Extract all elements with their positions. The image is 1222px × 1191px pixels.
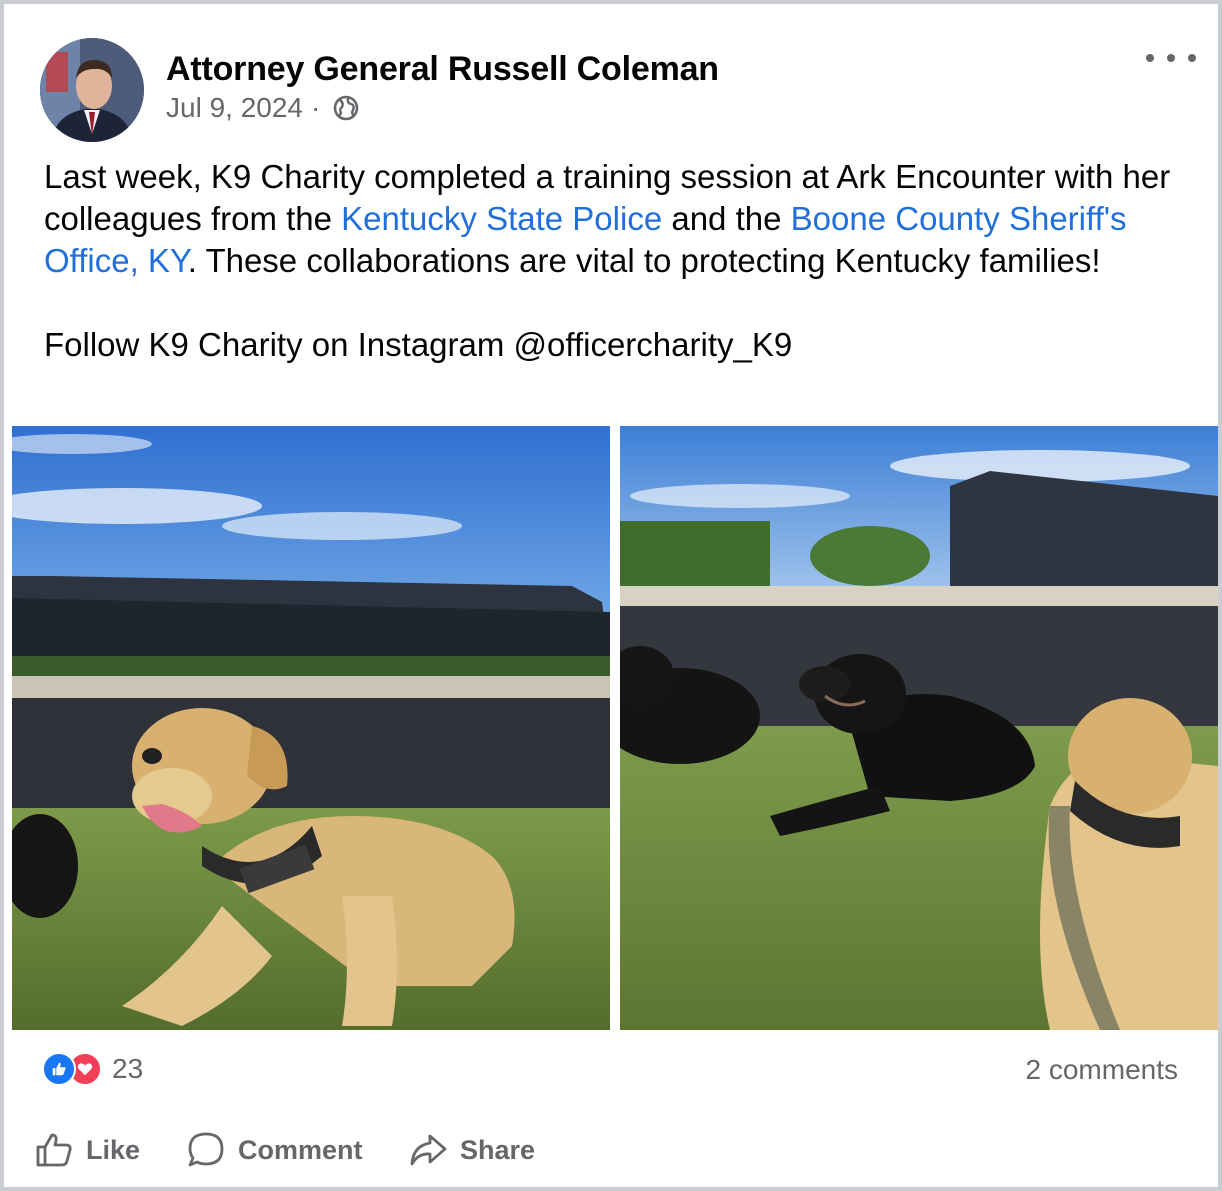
like-reaction-icon: [42, 1052, 76, 1086]
post-meta: Jul 9, 2024 ·: [166, 92, 360, 124]
comment-icon: [188, 1132, 224, 1167]
more-options-icon[interactable]: [1146, 46, 1196, 70]
meta-separator: ·: [311, 92, 321, 123]
post-text-segment: . These collaborations are vital to prot…: [187, 242, 1101, 279]
thumbs-up-icon: [36, 1133, 72, 1167]
reactions-summary[interactable]: 23: [42, 1052, 143, 1086]
mention-kentucky-state-police[interactable]: Kentucky State Police: [341, 200, 662, 237]
post-text: Last week, K9 Charity completed a traini…: [44, 156, 1194, 366]
comments-count[interactable]: 2 comments: [1026, 1054, 1179, 1086]
share-button[interactable]: Share: [408, 1122, 535, 1178]
action-bar: Like Comment Share: [4, 1122, 1218, 1178]
like-label: Like: [86, 1134, 141, 1165]
share-label: Share: [460, 1134, 536, 1165]
post-date[interactable]: Jul 9, 2024: [166, 92, 303, 124]
like-button[interactable]: Like: [34, 1122, 140, 1178]
post-paragraph-2: Follow K9 Charity on Instagram @officerc…: [44, 326, 793, 363]
share-icon: [410, 1134, 447, 1166]
post-card: Attorney General Russell Coleman Jul 9, …: [0, 0, 1222, 1191]
post-photo-2[interactable]: [620, 426, 1218, 1030]
reaction-count: 23: [112, 1053, 144, 1084]
post-paragraph-1: Last week, K9 Charity completed a traini…: [44, 156, 1194, 282]
post-text-segment: and the: [662, 200, 791, 237]
comment-button[interactable]: Comment: [186, 1122, 363, 1178]
author-avatar[interactable]: [40, 38, 144, 142]
post-photo-1[interactable]: [12, 426, 610, 1030]
author-name[interactable]: Attorney General Russell Coleman: [166, 50, 719, 89]
comment-label: Comment: [238, 1134, 363, 1165]
globe-icon[interactable]: [332, 94, 360, 122]
